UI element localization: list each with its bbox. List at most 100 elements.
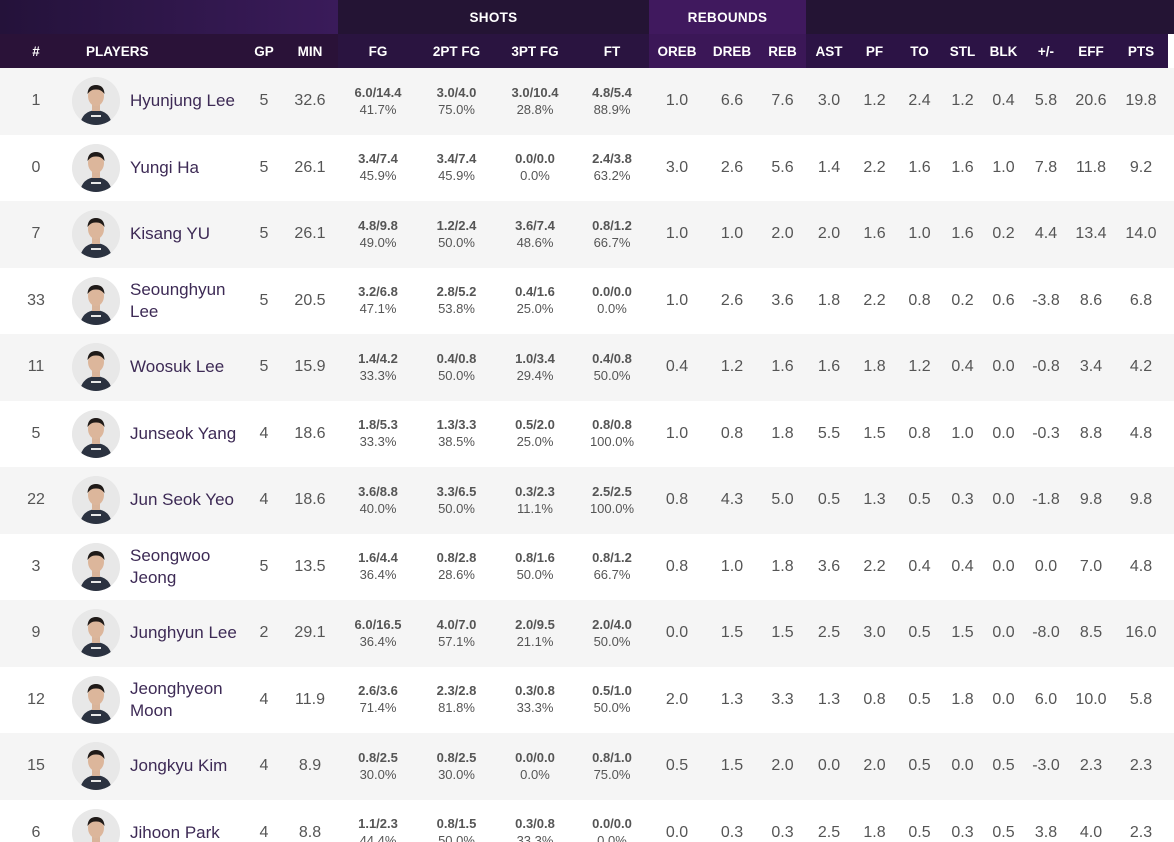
- player-cell[interactable]: Seounghyun Lee: [72, 268, 246, 335]
- ft-percent: 88.9%: [593, 101, 631, 117]
- player-cell[interactable]: Seongwoo Jeong: [72, 534, 246, 601]
- header-2pt-fg[interactable]: 2PT FG: [418, 34, 495, 68]
- table-row[interactable]: 1 Hyunjung Lee 5 32.6 6.0/14.4 41.7% 3.0…: [0, 68, 1174, 135]
- header-to[interactable]: TO: [897, 34, 942, 68]
- dreb: 6.6: [720, 92, 744, 110]
- stl: 0.3: [951, 491, 974, 509]
- player-cell[interactable]: Jihoon Park: [72, 800, 246, 842]
- player-name[interactable]: Jeonghyeon Moon: [130, 678, 246, 722]
- fg3-percent: 29.4%: [516, 367, 554, 383]
- player-name[interactable]: Hyunjung Lee: [130, 90, 246, 112]
- player-name[interactable]: Woosuk Lee: [130, 356, 246, 378]
- player-cell[interactable]: Hyunjung Lee: [72, 68, 246, 135]
- player-cell[interactable]: Kisang YU: [72, 201, 246, 268]
- jersey-number: 5: [31, 424, 41, 442]
- fg2-percent: 38.5%: [438, 434, 475, 450]
- player-name[interactable]: Jun Seok Yeo: [130, 489, 246, 511]
- player-cell[interactable]: Junghyun Lee: [72, 600, 246, 667]
- player-name[interactable]: Jongkyu Kim: [130, 755, 246, 777]
- to: 1.0: [908, 225, 931, 243]
- header-fg[interactable]: FG: [338, 34, 418, 68]
- pts: 14.0: [1125, 225, 1157, 243]
- header-number[interactable]: #: [0, 34, 72, 68]
- header-gp[interactable]: GP: [246, 34, 282, 68]
- player-name[interactable]: Kisang YU: [130, 223, 246, 245]
- fg2-percent: 53.8%: [438, 301, 475, 317]
- oreb: 1.0: [665, 92, 689, 110]
- table-row[interactable]: 5 Junseok Yang 4 18.6 1.8/5.3 33.3% 1.3/…: [0, 400, 1174, 468]
- games-played: 4: [259, 690, 269, 708]
- player-name[interactable]: Junseok Yang: [130, 423, 246, 445]
- header-plus-minus[interactable]: +/-: [1024, 34, 1068, 68]
- plus-minus: 5.8: [1034, 92, 1058, 110]
- ft-made-attempted: 0.8/1.2: [592, 550, 632, 566]
- table-row[interactable]: 15 Jongkyu Kim 4 8.9 0.8/2.5 30.0% 0.8/2…: [0, 733, 1174, 800]
- header-reb[interactable]: REB: [759, 34, 806, 68]
- player-name[interactable]: Seongwoo Jeong: [130, 545, 246, 589]
- games-played: 5: [259, 158, 269, 176]
- dreb: 1.2: [720, 358, 744, 376]
- ft-cell: 0.0/0.0 0.0%: [575, 800, 649, 842]
- player-cell[interactable]: Jeonghyeon Moon: [72, 667, 246, 734]
- player-avatar: [72, 77, 120, 126]
- player-cell[interactable]: Woosuk Lee: [72, 334, 246, 401]
- table-row[interactable]: 22 Jun Seok Yeo 4 18.6 3.6/8.8 40.0% 3.3…: [0, 467, 1174, 534]
- header-stl[interactable]: STL: [942, 34, 983, 68]
- header-min[interactable]: MIN: [282, 34, 338, 68]
- table-row[interactable]: 12 Jeonghyeon Moon 4 11.9 2.6/3.6 71.4% …: [0, 666, 1174, 734]
- header-dreb[interactable]: DREB: [705, 34, 759, 68]
- table-row[interactable]: 7 Kisang YU 5 26.1 4.8/9.8 49.0% 1.2/2.4: [0, 201, 1174, 268]
- header-oreb[interactable]: OREB: [649, 34, 705, 68]
- fg2-made-attempted: 3.3/6.5: [436, 483, 477, 499]
- fg2-percent: 45.9%: [438, 168, 475, 184]
- table-row[interactable]: 6 Jihoon Park 4 8.8 1.1/2.3 44.4% 0.8/1.…: [0, 799, 1174, 842]
- pf: 1.3: [863, 491, 886, 509]
- minutes: 8.8: [298, 823, 322, 841]
- pf: 1.6: [863, 225, 886, 243]
- fg3-cell: 0.0/0.0 0.0%: [495, 135, 575, 202]
- pf: 1.2: [863, 92, 886, 110]
- fg2-cell: 0.8/2.5 30.0%: [418, 733, 495, 800]
- eff: 20.6: [1075, 92, 1107, 110]
- table-row[interactable]: 33 Seounghyun Lee 5 20.5 3.2/6.8 47.1% 2…: [0, 267, 1174, 335]
- table-body: 1 Hyunjung Lee 5 32.6 6.0/14.4 41.7% 3.0…: [0, 68, 1174, 842]
- fg-percent: 30.0%: [359, 766, 397, 782]
- table-row[interactable]: 11 Woosuk Lee 5 15.9 1.4/4.2 33.3% 0.4/0…: [0, 334, 1174, 401]
- dreb: 1.5: [720, 624, 744, 642]
- fg3-percent: 25.0%: [516, 434, 554, 450]
- table-row[interactable]: 3 Seongwoo Jeong 5 13.5 1.6/4.4 36.4% 0.…: [0, 533, 1174, 601]
- player-cell[interactable]: Junseok Yang: [72, 401, 246, 468]
- player-name[interactable]: Yungi Ha: [130, 157, 246, 179]
- player-name[interactable]: Junghyun Lee: [130, 622, 246, 644]
- header-ast[interactable]: AST: [806, 34, 852, 68]
- header-players[interactable]: PLAYERS: [72, 34, 246, 68]
- jersey-number: 6: [31, 823, 41, 841]
- dreb: 4.3: [720, 491, 744, 509]
- to: 1.2: [908, 358, 931, 376]
- ast: 2.0: [817, 225, 841, 243]
- oreb: 0.8: [665, 557, 689, 575]
- header-blk[interactable]: BLK: [983, 34, 1024, 68]
- player-cell[interactable]: Jun Seok Yeo: [72, 467, 246, 534]
- player-avatar: [72, 742, 120, 791]
- player-name[interactable]: Seounghyun Lee: [130, 279, 246, 323]
- oreb: 2.0: [665, 690, 689, 708]
- player-avatar: [72, 143, 120, 192]
- games-played: 4: [259, 424, 269, 442]
- player-cell[interactable]: Jongkyu Kim: [72, 733, 246, 800]
- reb: 1.5: [771, 624, 794, 642]
- fg2-percent: 28.6%: [438, 567, 475, 583]
- table-row[interactable]: 0 Yungi Ha 5 26.1 3.4/7.4 45.9% 3.4/7.4: [0, 134, 1174, 202]
- header-eff[interactable]: EFF: [1068, 34, 1114, 68]
- player-cell[interactable]: Yungi Ha: [72, 135, 246, 202]
- header-pts[interactable]: PTS: [1114, 34, 1168, 68]
- table-row[interactable]: 9 Junghyun Lee 2 29.1 6.0/16.5 36.4% 4.0…: [0, 600, 1174, 667]
- group-shots: SHOTS: [338, 0, 649, 34]
- oreb: 3.0: [665, 158, 689, 176]
- header-pf[interactable]: PF: [852, 34, 897, 68]
- fg3-percent: 25.0%: [516, 301, 554, 317]
- player-name[interactable]: Jihoon Park: [130, 822, 246, 842]
- pf: 0.8: [863, 690, 886, 708]
- header-ft[interactable]: FT: [575, 34, 649, 68]
- header-3pt-fg[interactable]: 3PT FG: [495, 34, 575, 68]
